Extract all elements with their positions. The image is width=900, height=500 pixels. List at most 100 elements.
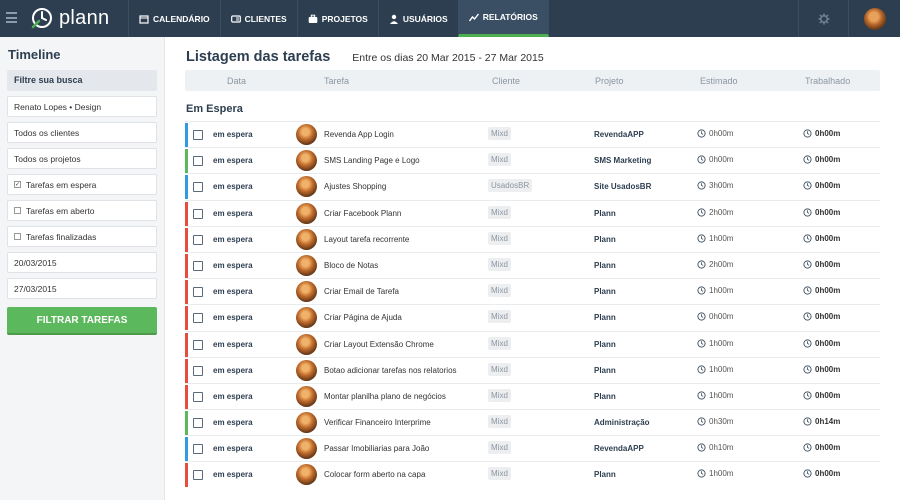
task-checkbox[interactable]	[193, 470, 203, 481]
estimated-value: 1h00m	[709, 286, 734, 296]
clock-icon	[697, 286, 706, 295]
task-row[interactable]: em espera Revenda App Login Mixd RevendaAPP…	[185, 121, 880, 147]
checkbox-checked[interactable]: ✓	[14, 181, 21, 188]
task-name-link[interactable]: Montar planilha plano de negócios	[324, 392, 446, 401]
task-name-link[interactable]: Colocar form aberto na capa	[324, 470, 425, 479]
task-name-link[interactable]: Criar Email de Tarefa	[324, 287, 399, 296]
task-checkbox[interactable]	[193, 444, 203, 455]
date-to-input[interactable]: 27/03/2015	[7, 278, 157, 299]
task-checkbox[interactable]	[193, 339, 203, 350]
filter-checkbox-row[interactable]: Tarefas em aberto	[7, 200, 157, 221]
column-header-estimated[interactable]: Estimado	[700, 76, 738, 86]
assignee-avatar	[296, 307, 317, 329]
estimated-time: 1h00m	[697, 286, 733, 295]
filter-tasks-button[interactable]: Filtrar tarefas	[7, 307, 157, 335]
clock-icon	[803, 181, 812, 190]
task-checkbox[interactable]	[193, 365, 203, 376]
assignee-avatar	[296, 124, 317, 145]
checkbox-unchecked[interactable]	[14, 233, 21, 240]
checkbox-unchecked[interactable]	[14, 207, 21, 214]
project-name: Plann	[594, 287, 616, 297]
client-badge: Mixd	[488, 415, 511, 429]
clock-icon	[697, 129, 706, 138]
user-avatar	[863, 7, 886, 30]
worked-value: 0h00m	[815, 469, 841, 479]
priority-color-bar	[185, 201, 188, 226]
task-checkbox[interactable]	[193, 234, 203, 245]
user-select[interactable]: Renato Lopes • Design	[7, 96, 157, 117]
task-row[interactable]: em espera Criar Página de Ajuda Mixd Plann 0…	[185, 304, 880, 331]
task-checkbox[interactable]	[193, 208, 203, 219]
nav-item-calendario[interactable]: Calendário	[128, 0, 220, 37]
task-checkbox[interactable]	[193, 313, 203, 324]
task-row[interactable]: em espera Criar Email de Tarefa Mixd Plann 1…	[185, 278, 880, 305]
nav-item-usuarios[interactable]: Usuários	[377, 0, 458, 37]
worked-value: 0h00m	[815, 443, 841, 453]
task-row[interactable]: em espera Bloco de Notas Mixd Plann 2h00m 0h0…	[185, 251, 880, 278]
client-badge: Mixd	[488, 257, 511, 271]
task-name-link[interactable]: Criar Página de Ajuda	[324, 313, 402, 322]
worked-time: 0h00m	[803, 391, 840, 400]
task-name-link[interactable]: Passar Imobiliarias para João	[324, 444, 429, 453]
project-name: Plann	[594, 260, 616, 270]
column-header-project[interactable]: Projeto	[595, 76, 624, 86]
task-row[interactable]: em espera Botao adicionar tarefas nos rel…	[185, 356, 880, 383]
task-row[interactable]: em espera Criar Facebook Plann Mixd Plann 2h…	[185, 199, 880, 226]
task-name-link[interactable]: Verificar Financeiro Interprime	[324, 418, 431, 427]
estimated-time: 3h00m	[697, 181, 733, 190]
task-row[interactable]: em espera Layout tarefa recorrente Mixd Pla…	[185, 225, 880, 252]
clock-icon	[697, 391, 706, 400]
date-from-input[interactable]: 20/03/2015	[7, 252, 157, 273]
task-status: em espera	[213, 444, 253, 454]
task-name-link[interactable]: Bloco de Notas	[324, 261, 378, 270]
nav-item-projetos[interactable]: Projetos	[296, 0, 378, 37]
task-status: em espera	[213, 339, 253, 349]
task-name-link[interactable]: SMS Landing Page e Logo	[324, 156, 420, 165]
task-name-link[interactable]: Criar Layout Extensão Chrome	[324, 340, 434, 349]
client-select-value: Todos os clientes	[14, 127, 80, 138]
task-name-link[interactable]: Ajustes Shopping	[324, 182, 386, 191]
filter-checkbox-row[interactable]: ✓ Tarefas em espera	[7, 174, 157, 195]
task-row[interactable]: em espera Montar planilha plano de negóci…	[185, 382, 880, 409]
task-row[interactable]: em espera Ajustes Shopping UsadosBR Site Us…	[185, 173, 880, 200]
task-row[interactable]: em espera Colocar form aberto na capa Mixd…	[185, 461, 880, 488]
project-select[interactable]: Todos os projetos	[7, 148, 157, 169]
task-checkbox[interactable]	[193, 130, 203, 140]
task-row[interactable]: em espera Verificar Financeiro Interprime…	[185, 409, 880, 436]
column-header-worked[interactable]: Trabalhado	[805, 76, 850, 86]
task-name-link[interactable]: Layout tarefa recorrente	[324, 235, 409, 244]
task-checkbox[interactable]	[193, 418, 203, 429]
project-name: Plann	[594, 339, 616, 349]
task-name-link[interactable]: Revenda App Login	[324, 130, 394, 139]
clock-icon	[697, 234, 706, 243]
filter-checkbox-row[interactable]: Tarefas finalizadas	[7, 226, 157, 247]
task-row[interactable]: em espera SMS Landing Page e Logo Mixd SMS …	[185, 147, 880, 174]
nav-item-clientes[interactable]: Clientes	[219, 0, 297, 37]
briefcase-icon	[308, 14, 318, 24]
task-checkbox[interactable]	[193, 391, 203, 402]
column-header-date[interactable]: Data	[227, 76, 246, 86]
task-name-link[interactable]: Botao adicionar tarefas nos relatorios	[324, 366, 457, 375]
column-header-client[interactable]: Cliente	[492, 76, 520, 86]
task-status: em espera	[213, 470, 253, 480]
filter-checkbox-label: Tarefas em espera	[26, 179, 97, 190]
task-row[interactable]: em espera Criar Layout Extensão Chrome Mix…	[185, 330, 880, 357]
assignee-avatar	[296, 438, 317, 460]
logo[interactable]: plann	[30, 3, 109, 33]
task-checkbox[interactable]	[193, 260, 203, 271]
user-menu-button[interactable]	[848, 0, 900, 37]
task-row[interactable]: em espera Passar Imobiliarias para João Mi…	[185, 435, 880, 462]
clock-icon	[697, 443, 706, 452]
nav-item-relatorios[interactable]: Relatórios	[457, 0, 549, 37]
task-checkbox[interactable]	[193, 182, 203, 193]
task-checkbox[interactable]	[193, 156, 203, 167]
task-checkbox[interactable]	[193, 287, 203, 298]
settings-button[interactable]	[798, 0, 848, 37]
client-select[interactable]: Todos os clientes	[7, 122, 157, 143]
hamburger-menu-icon[interactable]	[6, 12, 17, 23]
priority-color-bar	[185, 149, 188, 174]
task-status: em espera	[213, 156, 253, 166]
column-header-task[interactable]: Tarefa	[324, 76, 349, 86]
clock-icon	[803, 155, 812, 164]
task-name-link[interactable]: Criar Facebook Plann	[324, 209, 401, 218]
